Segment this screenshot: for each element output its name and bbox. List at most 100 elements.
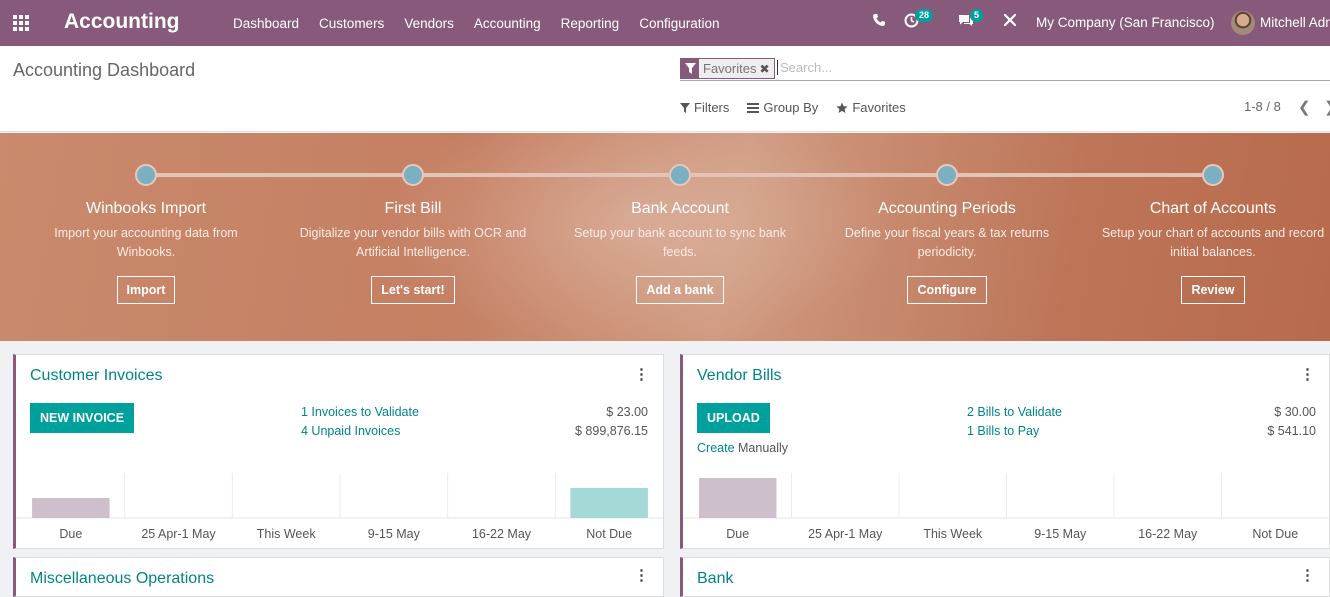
- chart-category-label: 9-15 May: [368, 527, 421, 541]
- chart-category-label: 16-22 May: [472, 527, 532, 541]
- bills-to-validate-link[interactable]: 2 Bills to Validate: [967, 405, 1062, 419]
- step-description: Digitalize your vendor bills with OCR an…: [299, 226, 527, 259]
- step-description: Setup your chart of accounts and record …: [1101, 226, 1325, 259]
- app-brand[interactable]: Accounting: [64, 10, 180, 34]
- step-description: Setup your bank account to sync bank fee…: [574, 226, 786, 259]
- lets-start-button[interactable]: Let's start!: [371, 276, 455, 304]
- pager-previous-icon[interactable]: ❮: [1298, 98, 1311, 116]
- step-dot: [936, 164, 958, 186]
- favorites-button[interactable]: Favorites: [836, 100, 906, 115]
- chart-category-label: 25 Apr-1 May: [141, 527, 216, 541]
- step-dot: [135, 164, 157, 186]
- star-icon: [836, 102, 848, 113]
- bills-to-pay-amount: $ 541.10: [1267, 424, 1316, 438]
- upload-button[interactable]: UPLOAD: [697, 403, 770, 433]
- kebab-menu-icon[interactable]: ⋮: [1300, 365, 1315, 383]
- bills-to-validate-amount: $ 30.00: [1274, 405, 1316, 419]
- chart-category-label: Due: [59, 527, 82, 541]
- vendor-bills-card: Vendor Bills ⋮ UPLOAD Create Manually 2 …: [680, 354, 1330, 549]
- chart-category-label: 25 Apr-1 May: [808, 527, 883, 541]
- main-menu: Dashboard Customers Vendors Accounting R…: [223, 0, 730, 46]
- bills-to-pay-link[interactable]: 1 Bills to Pay: [967, 424, 1039, 438]
- facet-remove-icon[interactable]: ✖: [759, 62, 773, 76]
- customer-invoices-card: Customer Invoices ⋮ NEW INVOICE 1 Invoic…: [13, 354, 664, 549]
- favorites-label: Favorites: [852, 100, 906, 115]
- kebab-menu-icon[interactable]: ⋮: [634, 365, 649, 383]
- chart-category-label: 9-15 May: [1034, 527, 1087, 541]
- chart-bar[interactable]: [32, 498, 110, 518]
- vendor-bills-chart[interactable]: Due 25 Apr-1 May This Week 9-15 May 16-22 Ma…: [683, 473, 1329, 543]
- list-icon: [747, 102, 760, 113]
- user-avatar[interactable]: [1231, 11, 1255, 35]
- card-title[interactable]: Miscellaneous Operations: [30, 570, 214, 588]
- chart-bar[interactable]: [570, 488, 648, 518]
- step-description: Import your accounting data from Winbook…: [54, 226, 238, 259]
- control-panel: Accounting Dashboard Favorites ✖ Filters…: [0, 46, 1330, 132]
- chart-category-label: Due: [726, 527, 749, 541]
- invoices-to-validate-amount: $ 23.00: [606, 405, 648, 419]
- activity-count-badge: 28: [915, 9, 934, 22]
- customer-invoices-bar-chart: Due 25 Apr-1 May This Week 9-15 May 16-22 Ma…: [16, 473, 663, 541]
- chart-bar[interactable]: [699, 478, 777, 518]
- pager-value: 1-8 / 8: [1244, 99, 1281, 114]
- group-by-button[interactable]: Group By: [747, 100, 818, 115]
- chart-category-label: 16-22 May: [1138, 527, 1198, 541]
- step-dot: [402, 164, 424, 186]
- menu-dashboard[interactable]: Dashboard: [223, 16, 309, 31]
- kebab-menu-icon[interactable]: ⋮: [1300, 566, 1315, 584]
- search-facet: Favorites ✖: [680, 58, 775, 79]
- filters-button[interactable]: Filters: [680, 100, 729, 115]
- apps-menu-icon[interactable]: [13, 15, 31, 31]
- onboarding-step-winbooks-import: Winbooks Import Import your accounting d…: [26, 164, 266, 304]
- tools-icon[interactable]: [1003, 13, 1017, 31]
- menu-vendors[interactable]: Vendors: [394, 16, 464, 31]
- step-title: Accounting Periods: [878, 200, 1016, 217]
- filters-label: Filters: [694, 100, 730, 115]
- filter-funnel-icon: [680, 102, 690, 113]
- step-title: First Bill: [384, 200, 442, 217]
- menu-accounting[interactable]: Accounting: [464, 16, 551, 31]
- review-button[interactable]: Review: [1181, 276, 1245, 304]
- onboarding-banner: Winbooks Import Import your accounting d…: [0, 133, 1330, 341]
- vendor-bills-bar-chart: Due 25 Apr-1 May This Week 9-15 May 16-22 Ma…: [683, 473, 1329, 541]
- chart-category-label: This Week: [257, 527, 317, 541]
- activity-clock-icon[interactable]: 28: [904, 9, 934, 32]
- filter-icon: [681, 59, 699, 78]
- card-title[interactable]: Vendor Bills: [697, 367, 782, 385]
- group-by-label: Group By: [763, 100, 819, 115]
- user-name[interactable]: Mitchell Admin: [1260, 15, 1330, 30]
- messages-icon[interactable]: 5: [958, 9, 984, 32]
- chart-category-label: This Week: [923, 527, 983, 541]
- phone-icon[interactable]: [872, 13, 886, 31]
- menu-configuration[interactable]: Configuration: [629, 16, 729, 31]
- onboarding-step-accounting-periods: Accounting Periods Define your fiscal ye…: [827, 164, 1067, 304]
- kebab-menu-icon[interactable]: ⋮: [634, 566, 649, 584]
- step-dot: [669, 164, 691, 186]
- menu-customers[interactable]: Customers: [309, 16, 394, 31]
- create-manually-link[interactable]: Create Manually: [697, 441, 788, 455]
- unpaid-invoices-link[interactable]: 4 Unpaid Invoices: [301, 424, 400, 438]
- import-button[interactable]: Import: [116, 276, 176, 304]
- add-bank-button[interactable]: Add a bank: [636, 276, 724, 304]
- step-title: Winbooks Import: [85, 200, 207, 217]
- onboarding-step-first-bill: First Bill Digitalize your vendor bills …: [293, 164, 533, 304]
- step-title: Chart of Accounts: [1149, 200, 1277, 217]
- search-input[interactable]: [777, 60, 1297, 75]
- menu-reporting[interactable]: Reporting: [551, 16, 630, 31]
- chart-category-label: Not Due: [1252, 527, 1298, 541]
- customer-invoices-chart[interactable]: Due 25 Apr-1 May This Week 9-15 May 16-22 Ma…: [16, 473, 663, 543]
- miscellaneous-operations-card: Miscellaneous Operations ⋮: [13, 557, 664, 597]
- onboarding-step-bank-account: Bank Account Setup your bank account to …: [560, 164, 800, 304]
- bank-card: Bank ⋮: [680, 557, 1330, 597]
- card-title[interactable]: Bank: [697, 570, 733, 588]
- pager-next-icon[interactable]: ❯: [1324, 98, 1330, 116]
- configure-button[interactable]: Configure: [907, 276, 987, 304]
- manually-label: Manually: [738, 441, 789, 455]
- search-bar: Favorites ✖: [680, 57, 1330, 81]
- systray: 28 5 My Company (San Francisco) Mitchell…: [860, 0, 1330, 46]
- card-title[interactable]: Customer Invoices: [30, 367, 163, 385]
- new-invoice-button[interactable]: NEW INVOICE: [30, 403, 135, 433]
- step-dot: [1202, 164, 1224, 186]
- invoices-to-validate-link[interactable]: 1 Invoices to Validate: [301, 405, 419, 419]
- company-switcher[interactable]: My Company (San Francisco): [1036, 15, 1215, 30]
